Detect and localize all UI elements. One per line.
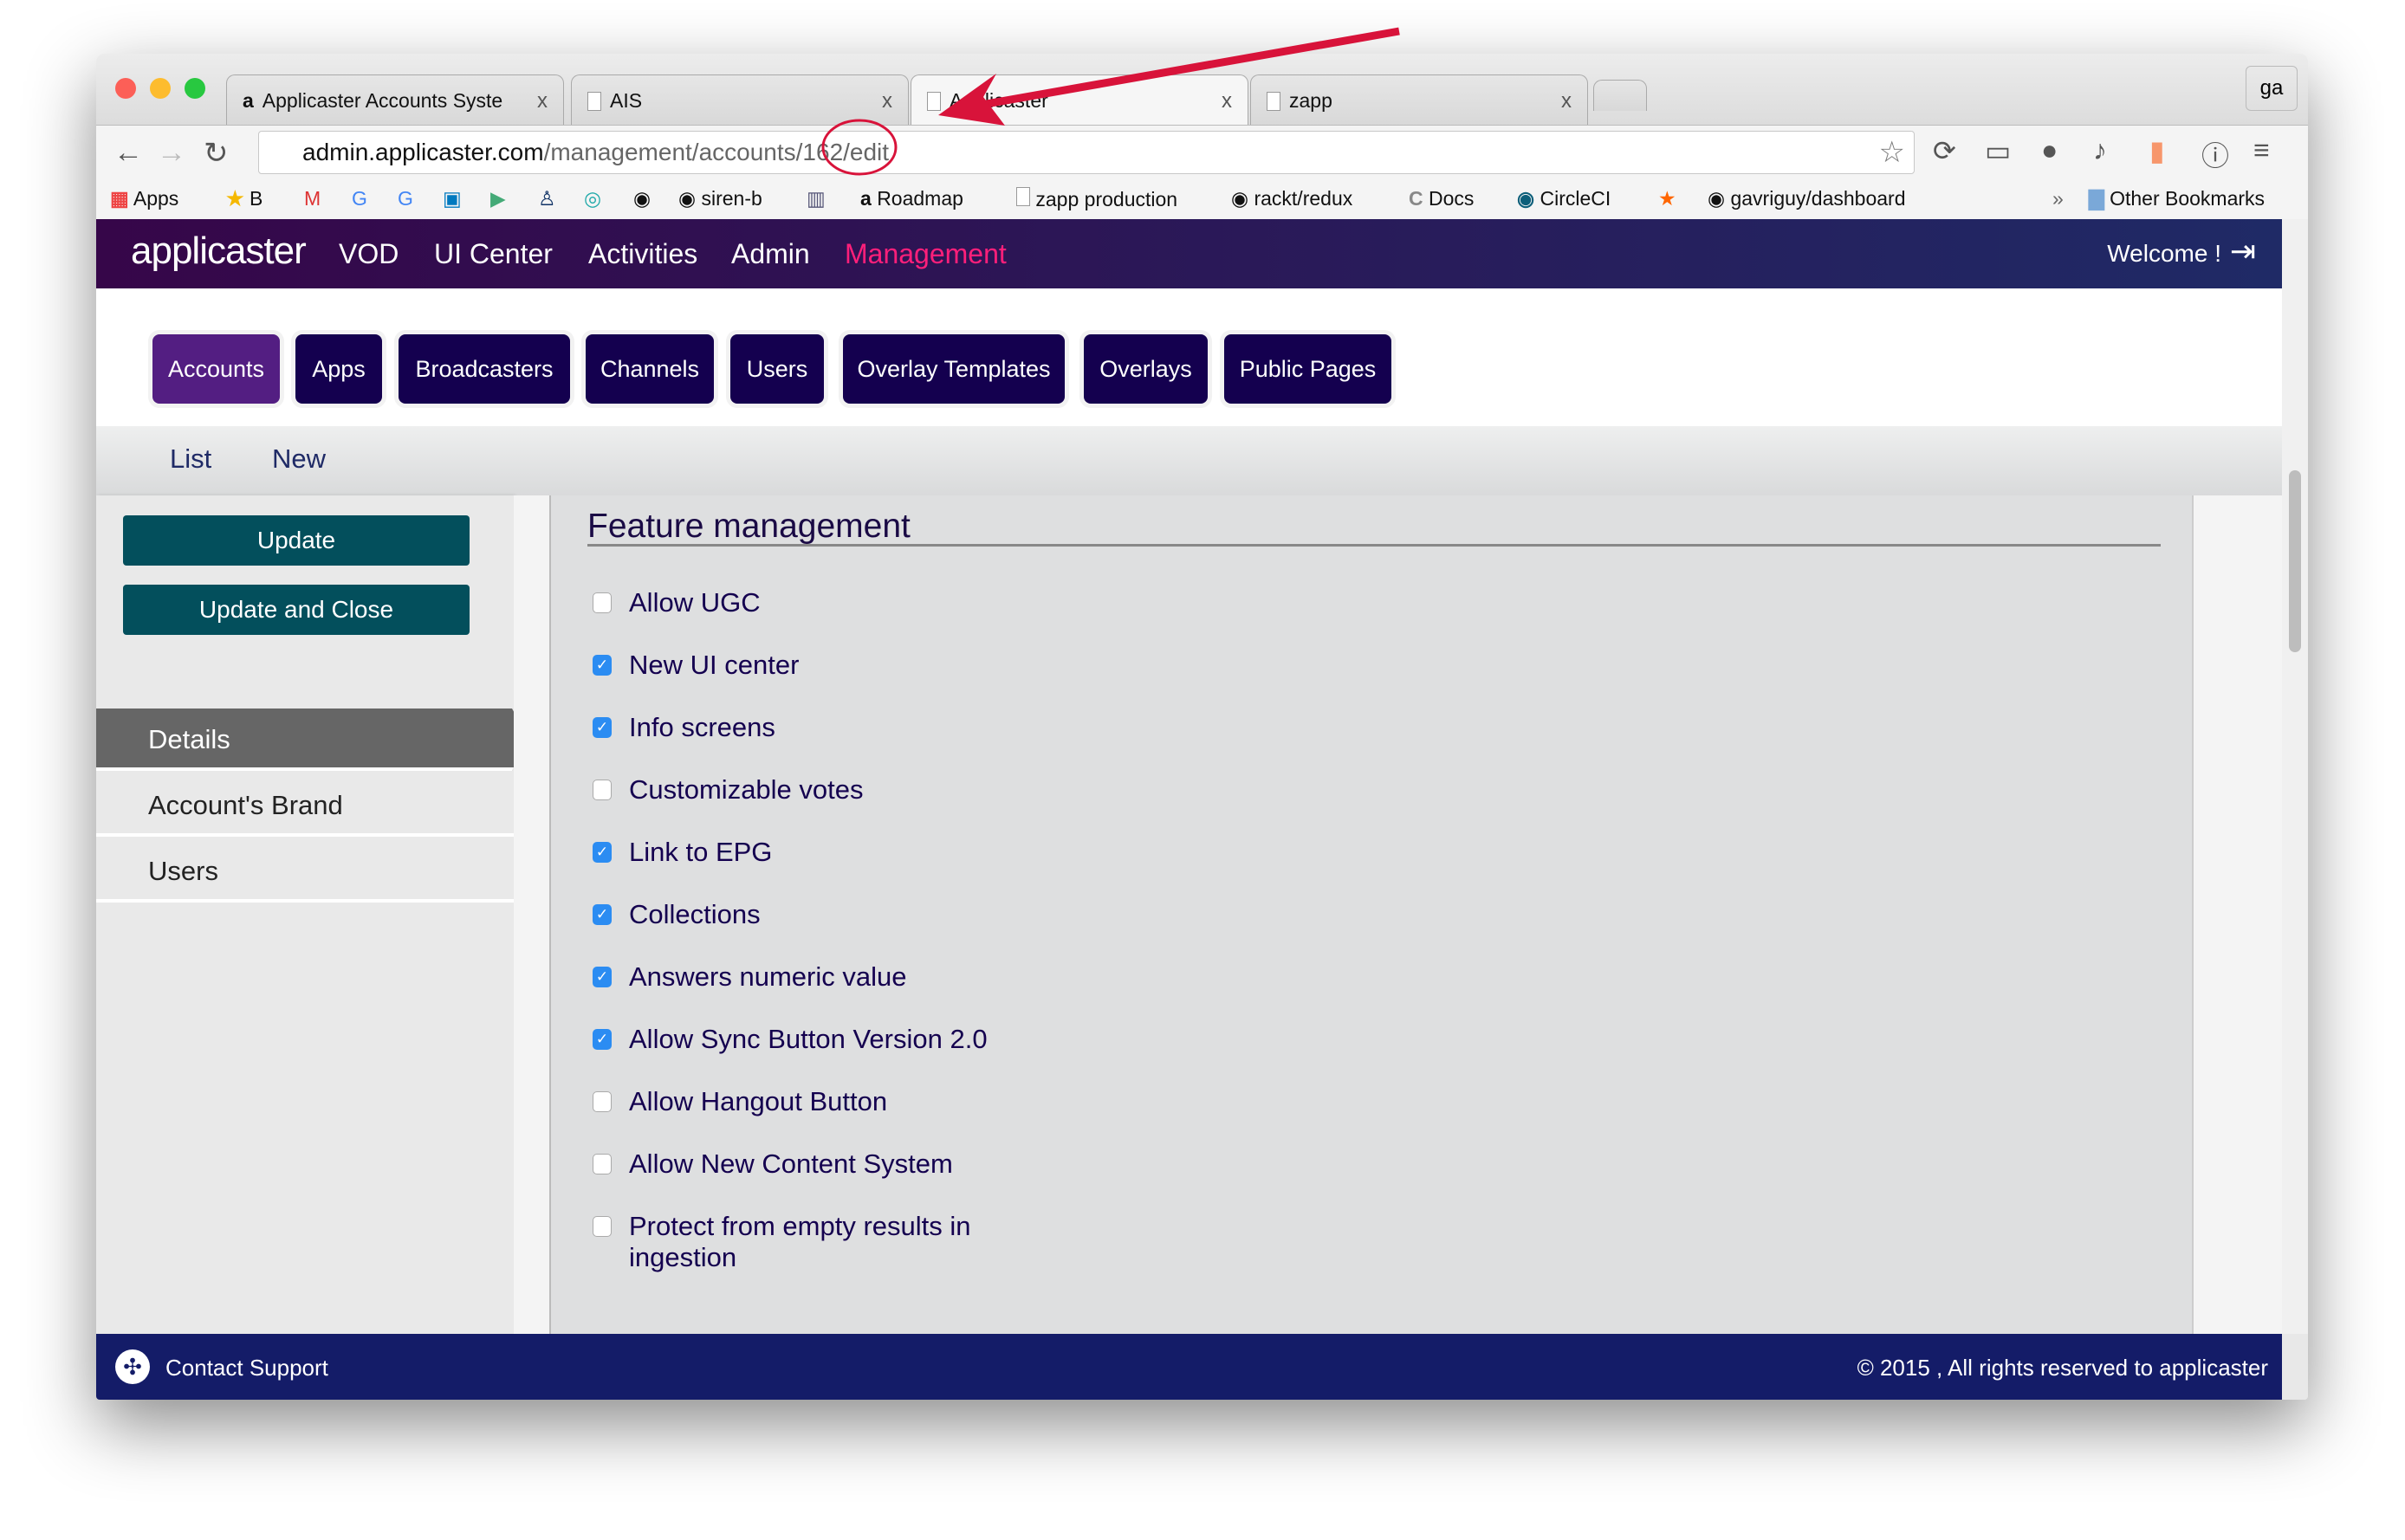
annotation-overlay: [821, 27, 1400, 176]
annotation-arrow: [961, 27, 1400, 113]
annotation-circle: [821, 119, 898, 176]
